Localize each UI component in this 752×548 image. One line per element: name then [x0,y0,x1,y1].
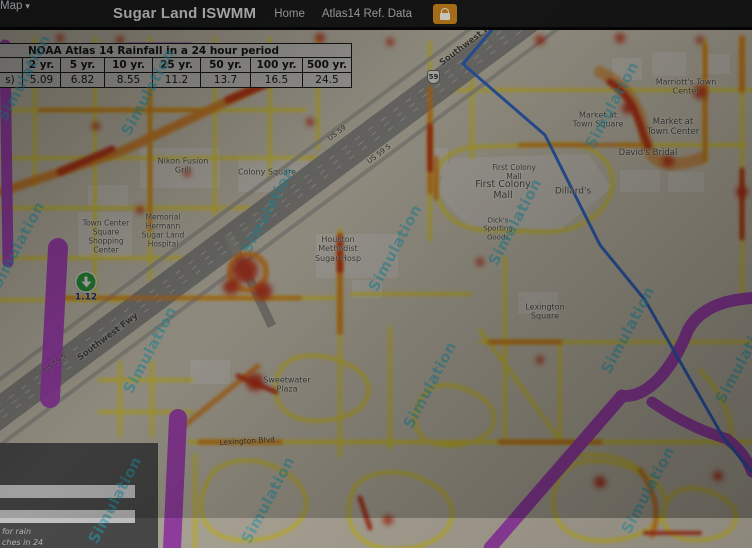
rainfall-col-blank [0,58,23,73]
nav-home[interactable]: Home [274,8,305,20]
panel-button-2[interactable] [0,510,135,523]
download-arrow-icon [77,273,96,292]
app-title: Sugar Land ISWMM [113,5,256,22]
rainfall-table-title-row: NOAA Atlas 14 Rainfall in a 24 hour peri… [0,44,352,58]
marker-value: 1.12 [75,293,97,303]
rainfall-col-10yr: 10 yr. [105,58,153,73]
rainfall-table-value-row: s) 5.09 6.82 8.55 11.2 13.7 16.5 24.5 [0,73,352,88]
rainfall-value-2yr: 5.09 [23,73,61,88]
us59-shield-icon: 59 [427,70,440,84]
panel-button-1[interactable] [0,485,135,498]
panel-caption-line2: ches in 24 [2,538,43,547]
rainfall-table-title: NOAA Atlas 14 Rainfall in a 24 hour peri… [0,44,352,58]
rainfall-col-100yr: 100 yr. [251,58,303,73]
rainfall-col-5yr: 5 yr. [61,58,105,73]
rainfall-col-50yr: 50 yr. [201,58,251,73]
rainfall-table: NOAA Atlas 14 Rainfall in a 24 hour peri… [0,43,352,88]
rainfall-value-100yr: 16.5 [251,73,303,88]
rainfall-col-500yr: 500 yr. [303,58,352,73]
rainfall-col-25yr: 25 yr. [153,58,201,73]
side-panel: for rain ches in 24 [0,443,158,548]
rainfall-value-50yr: 13.7 [201,73,251,88]
panel-caption-line1: for rain [2,527,31,536]
lock-button[interactable] [433,4,457,24]
rainfall-value-500yr: 24.5 [303,73,352,88]
map-canvas[interactable]: Nikon Fusion Grill Colony Square Town Ce… [0,30,752,548]
rainfall-value-10yr: 8.55 [105,73,153,88]
chevron-down-icon: ▾ [25,1,30,11]
rainfall-table-header-row: 2 yr. 5 yr. 10 yr. 25 yr. 50 yr. 100 yr.… [0,58,352,73]
rainfall-value-5yr: 6.82 [61,73,105,88]
rainfall-row-label: s) [0,73,23,88]
nav-atlas14-ref-data[interactable]: Atlas14 Ref. Data [322,8,412,20]
rainfall-value-25yr: 11.2 [153,73,201,88]
app-header: Sugar Land ISWMM Home Map▾ Atlas14 Ref. … [0,0,752,30]
map-marker[interactable]: 1.12 [77,273,96,292]
rainfall-col-2yr: 2 yr. [23,58,61,73]
